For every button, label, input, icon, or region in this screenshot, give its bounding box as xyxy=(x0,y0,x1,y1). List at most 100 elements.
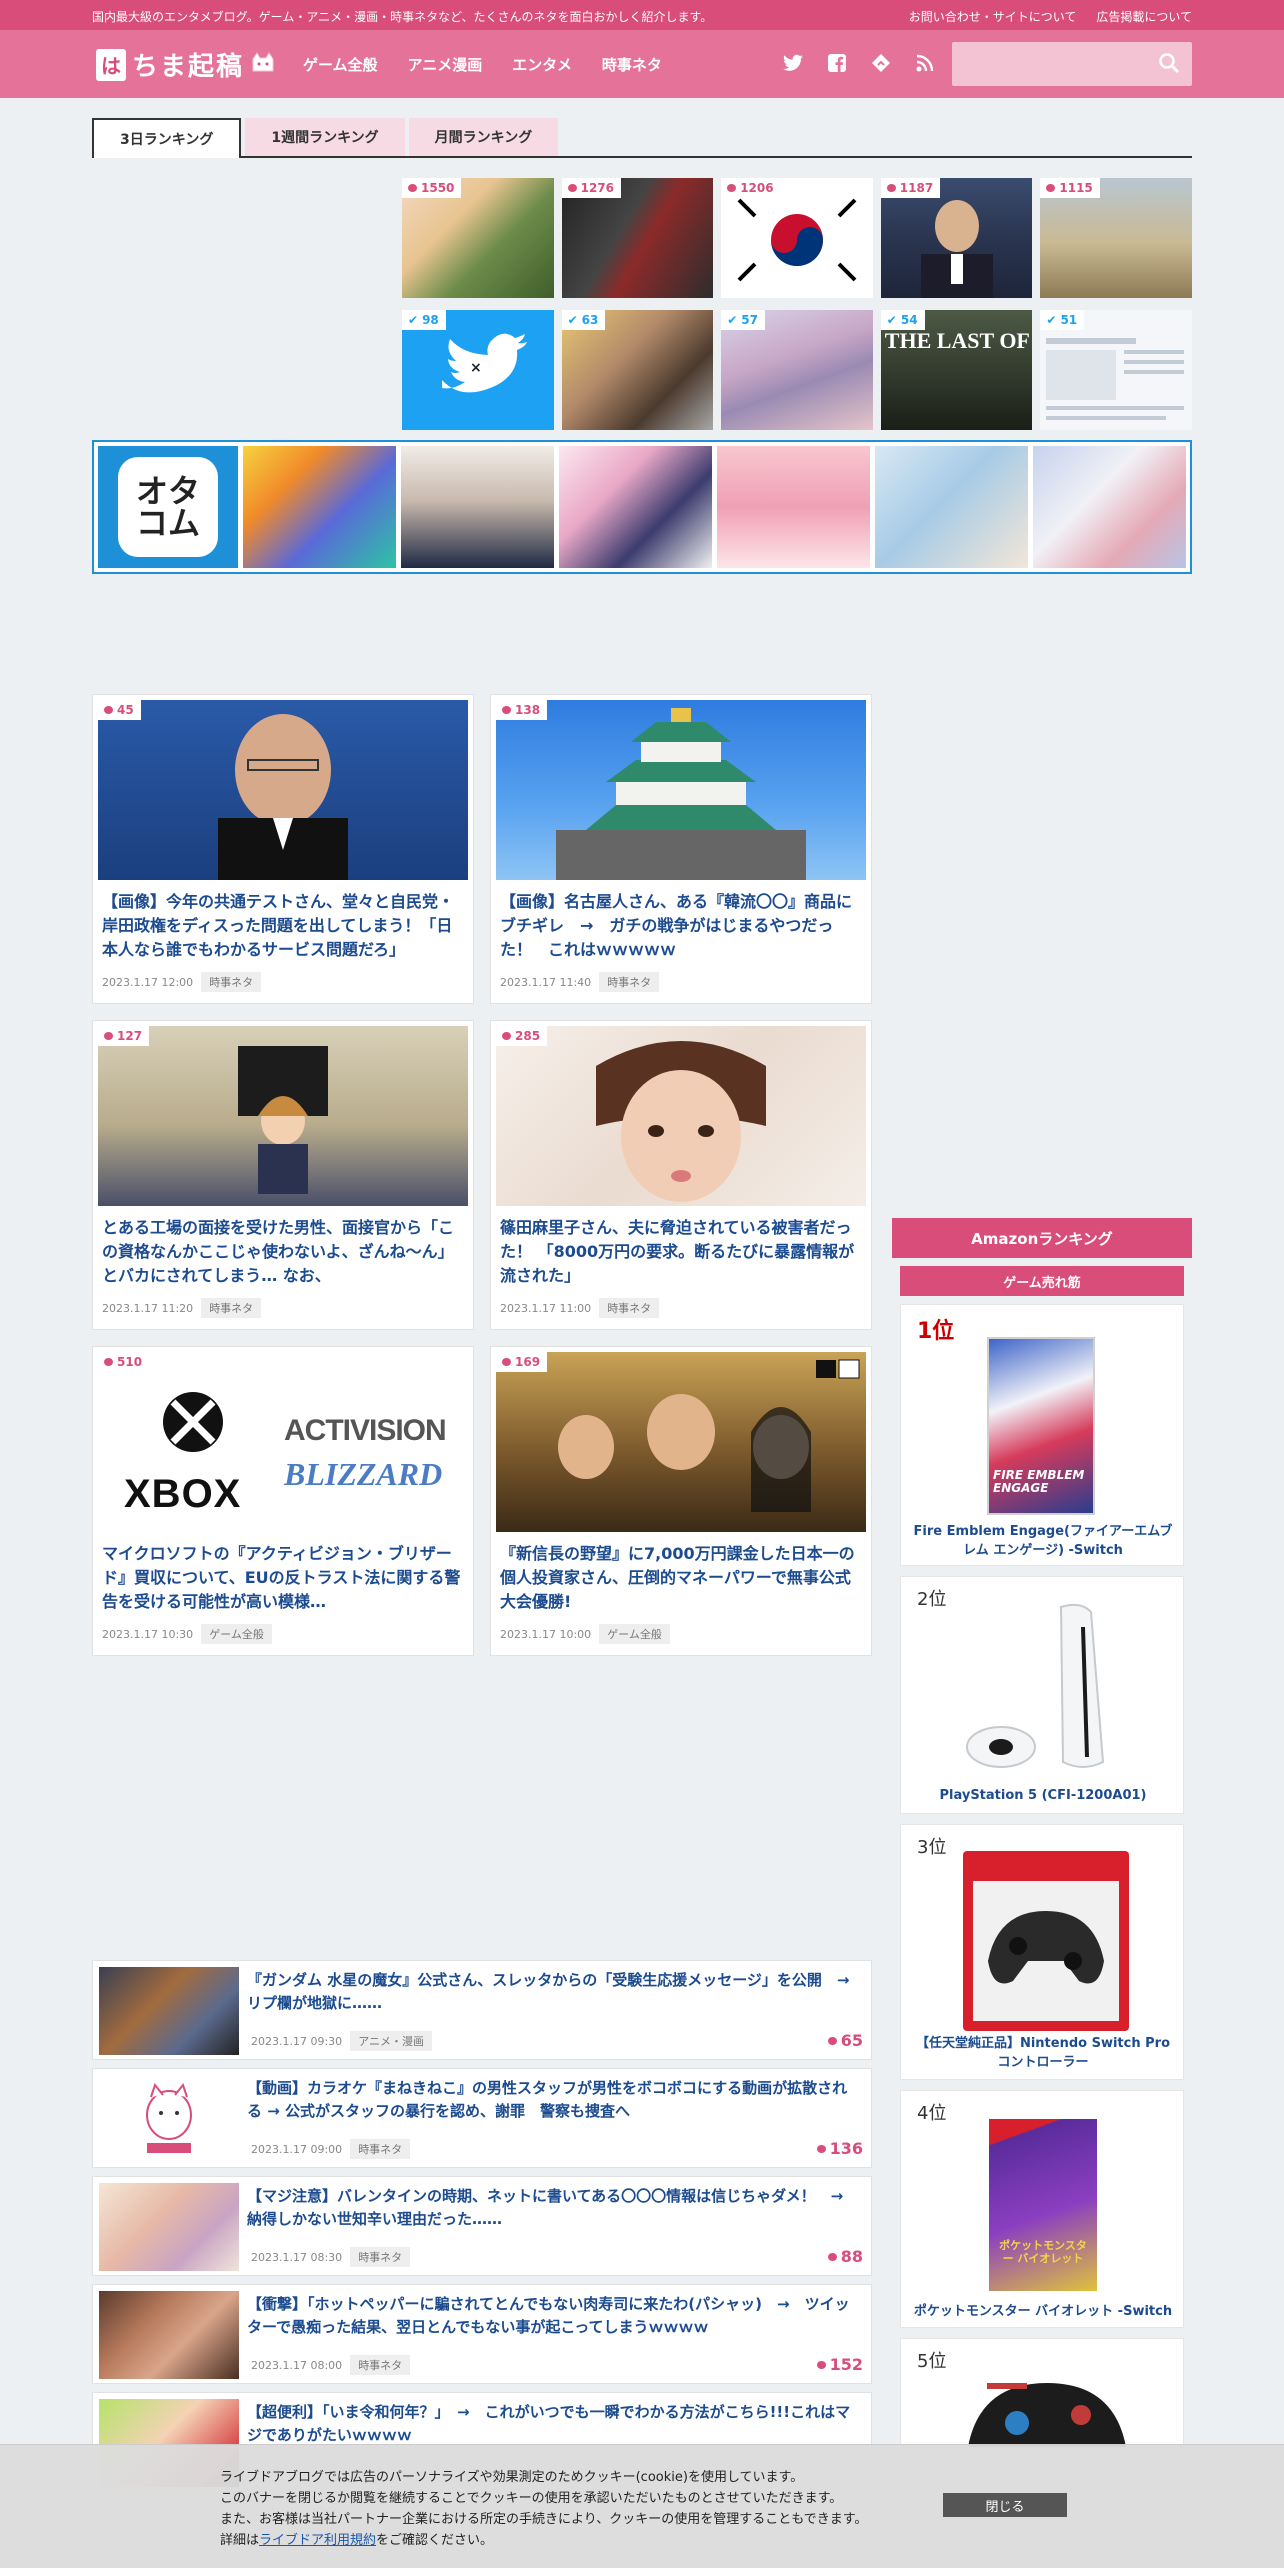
comment-icon xyxy=(727,184,737,192)
comment-icon xyxy=(408,184,417,192)
list-item-meta: 2023.1.17 09:30 アニメ・漫画 xyxy=(251,2031,432,2051)
list-item-title: 【超便利】「いま令和何年？」 → これがいつでも一瞬でわかる方法がこちら!!!こ… xyxy=(247,2403,851,2445)
amazon-rank-item[interactable]: 5位 xyxy=(900,2338,1184,2448)
product-box-title: ポケットモンスター バイオレット xyxy=(999,2239,1087,2266)
comment-count-badge: 285 xyxy=(496,1026,548,1046)
list-item-image xyxy=(99,1967,239,2055)
comment-icon xyxy=(567,184,577,192)
category-tag[interactable]: 時事ネタ xyxy=(201,1298,262,1318)
product-name: PlayStation 5 (CFI-1200A01) xyxy=(939,1788,1147,1803)
twitter-icon: ✔ xyxy=(886,313,897,327)
category-tag[interactable]: ゲーム全般 xyxy=(599,1624,670,1644)
article-card[interactable]: 45 【画像】今年の共通テストさん、堂々と自民党・岸田政権をディスった問題を出し… xyxy=(92,694,474,1004)
tab-weekly-ranking[interactable]: 1週間ランキング xyxy=(245,118,405,156)
comment-icon xyxy=(104,1032,113,1040)
amazon-rank-item[interactable]: 2位 PlayStation 5 (CFI-1200A01) xyxy=(900,1576,1184,1814)
activision-logo-text: ACTIVISION xyxy=(284,1414,447,1447)
comment-count-badge: 1550 xyxy=(402,178,462,198)
list-item[interactable]: 【動画】カラオケ『まねきねこ』の男性スタッフが男性をボコボコにする動画が拡散され… xyxy=(92,2068,872,2168)
ad-info-link[interactable]: 広告掲載について xyxy=(1096,8,1192,25)
banner-image xyxy=(401,446,555,568)
thumb-row-comments: 1550 1276 1206 1187 1115 xyxy=(402,178,1192,298)
article-meta: 2023.1.17 11:40 時事ネタ xyxy=(500,972,862,992)
ranking-thumb[interactable]: ✔ 63 xyxy=(561,310,714,430)
category-tag[interactable]: アニメ・漫画 xyxy=(350,2031,432,2051)
ranking-thumb[interactable]: ✔ 51 xyxy=(1040,310,1192,430)
ranking-thumb[interactable]: 1115 xyxy=(1040,178,1192,298)
logo-text: ちま起稿 xyxy=(132,52,245,82)
product-image xyxy=(963,1851,1129,2031)
category-tag[interactable]: 時事ネタ xyxy=(599,1298,660,1318)
tab-3day-ranking[interactable]: 3日ランキング xyxy=(92,118,242,158)
search-box xyxy=(952,42,1192,86)
category-tag[interactable]: 時事ネタ xyxy=(350,2355,411,2375)
article-card[interactable]: XBOX ACTIVISION BLIZZARD 510 マイクロソフトの『アク… xyxy=(92,1346,474,1656)
cookie-consent-banner: ライブドアブログでは広告のパーソナライズや効果測定のためクッキー(cookie)… xyxy=(0,2444,1284,2568)
comment-count-badge: 169 xyxy=(496,1352,548,1372)
nav-anime-manga[interactable]: アニメ漫画 xyxy=(408,54,483,75)
tweet-count-badge: ✔ 54 xyxy=(880,310,925,330)
banner-image xyxy=(875,446,1028,568)
tweet-count-badge: ✔ 63 xyxy=(561,310,606,330)
site-logo[interactable]: は ちま起稿 xyxy=(96,46,276,83)
amazon-rank-item[interactable]: 1位 FIRE EMBLEM ENGAGE Fire Emblem Engage… xyxy=(900,1304,1184,1566)
ranking-thumb[interactable]: 1187 xyxy=(880,178,1033,298)
ranking-thumb[interactable]: THE LAST OF U ✔54 xyxy=(880,310,1033,430)
terms-link[interactable]: ライブドア利用規約 xyxy=(259,2533,376,2548)
article-date: 2023.1.17 10:30 xyxy=(102,1627,194,1641)
cookie-close-button[interactable]: 閉じる xyxy=(943,2493,1067,2517)
rank-number: 1位 xyxy=(917,1319,955,1344)
ranking-thumb[interactable]: 1206 xyxy=(721,178,873,298)
twitter-icon: ✔ xyxy=(408,313,419,327)
search-icon[interactable] xyxy=(1158,52,1182,76)
comment-icon xyxy=(502,706,511,714)
article-card[interactable]: 138 【画像】名古屋人さん、ある『韓流〇〇』商品にブチギレ → ガチの戦争がは… xyxy=(490,694,872,1004)
main-nav: ゲーム全般 アニメ漫画 エンタメ 時事ネタ xyxy=(303,54,662,75)
list-item-image xyxy=(99,2183,239,2271)
feedly-icon[interactable] xyxy=(868,50,894,76)
otacom-banner[interactable]: オタ コム xyxy=(92,440,1192,574)
amazon-rank-item[interactable]: 4位 ポケットモンスター バイオレット ポケットモンスター バイオレット -Sw… xyxy=(900,2090,1184,2328)
list-item[interactable]: 『ガンダム 水星の魔女』公式さん、スレッタからの「受験生応援メッセージ」を公開 … xyxy=(92,1960,872,2060)
category-tag[interactable]: 時事ネタ xyxy=(350,2247,411,2267)
ranking-thumb[interactable]: × ✔ 98 xyxy=(402,310,554,430)
amazon-rank-item[interactable]: 3位 【任天堂純正品】Nintendo Switch Proコントローラー xyxy=(900,1824,1184,2080)
category-tag[interactable]: ゲーム全般 xyxy=(201,1624,272,1644)
ranking-thumb[interactable]: ✔ 57 xyxy=(721,310,873,430)
search-input[interactable] xyxy=(952,42,1152,86)
comment-count-badge: 1206 xyxy=(721,178,781,198)
product-box-title: FIRE EMBLEM ENGAGE xyxy=(993,1468,1085,1496)
nav-entertainment[interactable]: エンタメ xyxy=(512,54,572,75)
list-item-title: 【マジ注意】バレンタインの時期、ネットに書いてある〇〇〇情報は信じちゃダメ！ →… xyxy=(247,2187,859,2229)
article-title: 『新信長の野望』に7,000万円課金した日本一の個人投資家さん、圧倒的マネーパワ… xyxy=(500,1544,855,1611)
list-item-meta: 2023.1.17 08:00 時事ネタ xyxy=(251,2355,411,2375)
contact-link[interactable]: お問い合わせ・サイトについて xyxy=(909,8,1077,25)
article-meta: 2023.1.17 10:00 ゲーム全般 xyxy=(500,1624,862,1644)
comment-icon xyxy=(502,1032,511,1040)
nav-current-events[interactable]: 時事ネタ xyxy=(602,54,662,75)
rss-icon[interactable] xyxy=(912,50,938,76)
category-tag[interactable]: 時事ネタ xyxy=(201,972,262,992)
nav-game[interactable]: ゲーム全般 xyxy=(303,54,378,75)
twitter-icon[interactable] xyxy=(780,50,806,76)
social-links xyxy=(780,50,938,76)
article-date: 2023.1.17 10:00 xyxy=(500,1627,592,1641)
list-item[interactable]: 【衝撃】「ホットペッパーに騙されてとんでもない肉寿司に来たわ(パシャッ) → ツ… xyxy=(92,2284,872,2384)
facebook-icon[interactable] xyxy=(824,50,850,76)
comment-count-badge: 127 xyxy=(98,1026,150,1046)
ranking-thumb[interactable]: 1550 xyxy=(402,178,554,298)
tab-monthly-ranking[interactable]: 月間ランキング xyxy=(408,118,559,156)
comment-icon xyxy=(1046,184,1056,192)
amazon-ranking-subheading: ゲーム売れ筋 xyxy=(900,1266,1184,1296)
article-meta: 2023.1.17 12:00 時事ネタ xyxy=(102,972,464,992)
thumb-overlay-text: THE LAST OF U xyxy=(884,328,1033,353)
category-tag[interactable]: 時事ネタ xyxy=(350,2139,411,2159)
article-card[interactable]: 169 『新信長の野望』に7,000万円課金した日本一の個人投資家さん、圧倒的マ… xyxy=(490,1346,872,1656)
ranking-thumb[interactable]: 1276 xyxy=(561,178,714,298)
article-card[interactable]: 285 篠田麻里子さん、夫に脅迫されている被害者だった！ 「8000万円の要求。… xyxy=(490,1020,872,1330)
article-card[interactable]: 127 とある工場の面接を受けた男性、面接官から「この資格なんかここじゃ使わない… xyxy=(92,1020,474,1330)
list-item-date: 2023.1.17 08:30 xyxy=(251,2250,343,2264)
category-tag[interactable]: 時事ネタ xyxy=(599,972,660,992)
list-item[interactable]: 【マジ注意】バレンタインの時期、ネットに書いてある〇〇〇情報は信じちゃダメ！ →… xyxy=(92,2176,872,2276)
twitter-icon: ✔ xyxy=(727,313,738,327)
